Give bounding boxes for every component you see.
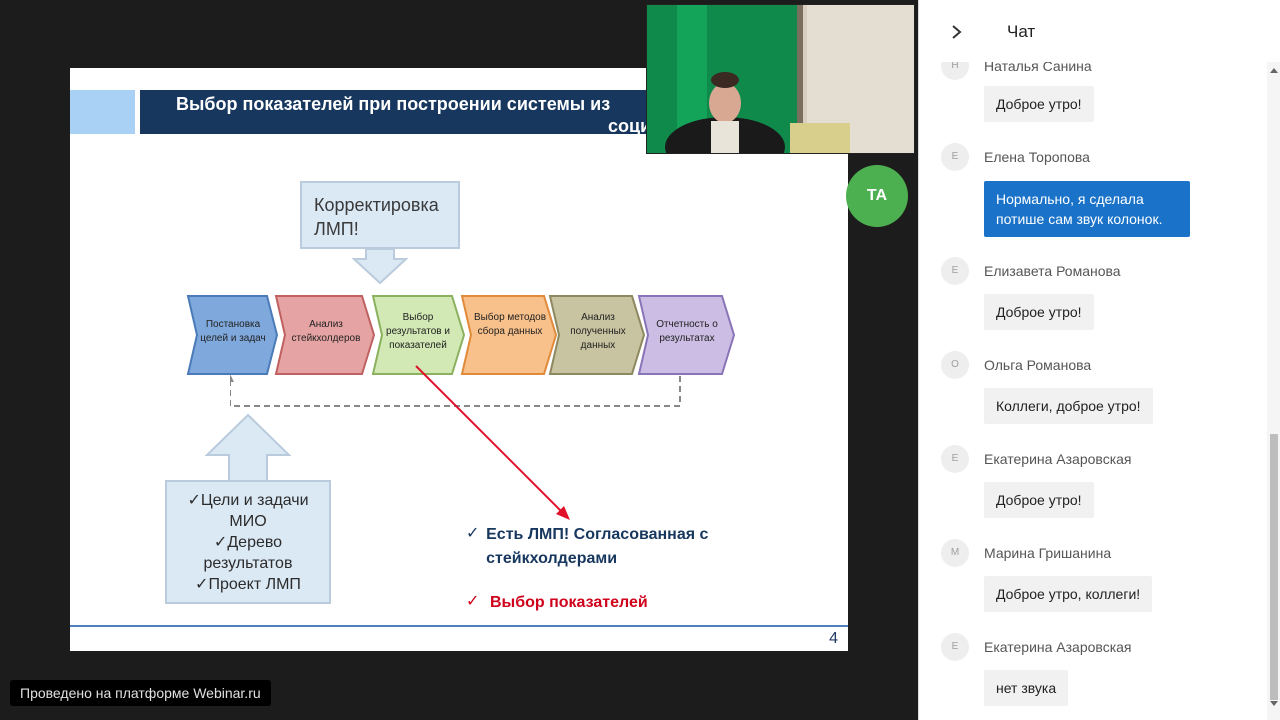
checkmark-icon: ✓	[466, 525, 480, 542]
message-author: Марина Гришанина	[984, 545, 1112, 561]
down-arrow-shape	[352, 249, 408, 285]
user-avatar: Е	[941, 257, 969, 285]
slide-page-number: 4	[829, 630, 838, 647]
chat-message-header: Е Елизавета Романова	[941, 257, 1121, 285]
chat-message-header: Е Екатерина Азаровская	[941, 445, 1132, 473]
user-avatar: Е	[941, 633, 969, 661]
chat-message-bubble: Доброе утро!	[984, 294, 1094, 330]
goals-line-4: результатов	[203, 555, 293, 572]
user-avatar: О	[941, 351, 969, 379]
conclusion-text: Выбор показателей	[490, 594, 648, 611]
scrollbar-thumb[interactable]	[1270, 434, 1278, 700]
conclusion-item: ✓ Выбор показателей	[466, 591, 786, 615]
scroll-up-icon[interactable]	[1270, 68, 1278, 73]
user-avatar: М	[941, 539, 969, 567]
goals-line-3: ✓Дерево	[213, 534, 283, 551]
correction-callout: Корректировка ЛМП!	[300, 181, 460, 249]
scroll-down-icon[interactable]	[1270, 701, 1278, 706]
correction-callout-text: Корректировка ЛМП!	[314, 195, 439, 239]
chat-message-bubble: Доброе утро, коллеги!	[984, 576, 1153, 612]
chat-message-bubble: Доброе утро!	[984, 86, 1094, 122]
user-avatar: Е	[941, 143, 969, 171]
chevron-3-label: Выбор результатов и показателей	[386, 312, 450, 351]
chevron-4-label: Выбор методов сбора данных	[473, 312, 547, 337]
chevron-5-label: Анализ полученных данных	[570, 312, 626, 351]
chat-panel: Н Наталья Санина Доброе утро! Е Елена То…	[918, 0, 1280, 720]
red-pointer-arrow	[415, 365, 570, 520]
presentation-stage: Выбор показателей при построении системы…	[0, 0, 918, 720]
chat-message-header: О Ольга Романова	[941, 351, 1091, 379]
chevron-6-label: Отчетность о результатах	[656, 319, 718, 344]
conclusion-list: ✓ Есть ЛМП! Согласованная с стейкхолдера…	[466, 523, 786, 635]
chat-message-header: Е Елена Торопова	[941, 143, 1090, 171]
checkmark-icon: ✓	[466, 593, 480, 610]
chat-message-bubble: Нормально, я сделала потише сам звук кол…	[984, 181, 1190, 237]
chat-header: Чат	[919, 0, 1280, 62]
message-author: Екатерина Азаровская	[984, 451, 1132, 467]
chat-message-bubble: Доброе утро!	[984, 482, 1094, 518]
chat-title: Чат	[1007, 22, 1036, 41]
webcam-video	[647, 5, 914, 153]
chat-message-bubble: Коллеги, доброе утро!	[984, 388, 1153, 424]
message-author: Екатерина Азаровская	[984, 639, 1132, 655]
goals-line-1: ✓Цели и задачи	[187, 492, 309, 509]
chevron-1-label: Постановка целей и задач	[200, 319, 266, 344]
chevron-right-icon[interactable]	[947, 18, 967, 46]
slide-title-line1: Выбор показателей при построении системы…	[176, 94, 611, 114]
goals-line-5: ✓Проект ЛМП	[195, 576, 301, 593]
message-author: Елизавета Романова	[984, 263, 1121, 279]
chat-scrollbar[interactable]	[1267, 62, 1280, 720]
chat-message-list[interactable]: Н Наталья Санина Доброе утро! Е Елена То…	[919, 0, 1267, 720]
chat-message-bubble: нет звука	[984, 670, 1069, 706]
platform-badge[interactable]: Проведено на платформе Webinar.ru	[10, 680, 271, 706]
title-accent-block	[70, 90, 135, 134]
presentation-slide: Выбор показателей при построении системы…	[70, 68, 848, 651]
chevron-2-label: Анализ стейкхолдеров	[291, 319, 361, 344]
conclusion-text: Есть ЛМП! Согласованная с стейкхолдерами	[486, 526, 709, 567]
goals-callout: ✓Цели и задачи МИО ✓Дерево результатов ✓…	[165, 480, 331, 604]
conclusion-item: ✓ Есть ЛМП! Согласованная с стейкхолдера…	[466, 523, 786, 571]
up-arrow-shape	[204, 413, 292, 482]
user-avatar: Е	[941, 445, 969, 473]
chat-message-header: Е Екатерина Азаровская	[941, 633, 1132, 661]
message-author: Елена Торопова	[984, 149, 1090, 165]
chat-message-header: М Марина Гришанина	[941, 539, 1111, 567]
message-author: Ольга Романова	[984, 357, 1092, 373]
presenter-webcam[interactable]	[646, 4, 915, 154]
slide-footer-rule	[70, 625, 848, 627]
presenter-avatar[interactable]: TA	[846, 165, 908, 227]
goals-line-2: МИО	[229, 513, 267, 530]
